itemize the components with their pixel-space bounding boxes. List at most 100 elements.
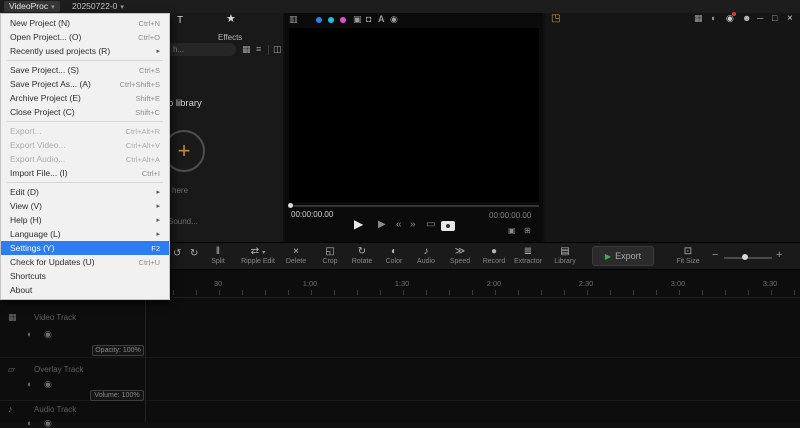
volume-badge[interactable]: Volume: 100% <box>90 390 144 401</box>
submenu-arrow-icon: ▸ <box>156 189 160 196</box>
inspector-panel-icon[interactable]: ◳ <box>551 13 560 24</box>
submenu-arrow-icon: ▸ <box>156 217 160 224</box>
zoom-out-button[interactable]: − <box>712 249 718 261</box>
zoom-slider-handle[interactable] <box>742 254 748 260</box>
menu-item-save-project-as[interactable]: Save Project As... (A) Ctrl+Shift+S <box>1 77 169 91</box>
snapshot-dot <box>446 224 450 228</box>
ruler-ticks <box>150 290 795 295</box>
channel-magenta-dot[interactable] <box>340 17 346 23</box>
user-icon[interactable]: ☻ <box>742 13 751 24</box>
overlay-track-name: Overlay Track <box>34 365 84 374</box>
library-title: o library <box>168 98 202 109</box>
menu-item-shortcut: Shift+E <box>135 93 160 103</box>
seek-handle[interactable] <box>288 203 293 208</box>
menu-item-recently-used[interactable]: Recently used projects (R) ▸ <box>1 44 169 58</box>
menu-item-save-project[interactable]: Save Project... (S) Ctrl+S <box>1 63 169 77</box>
titles-tab-icon[interactable]: T <box>177 15 183 26</box>
menu-item-archive-project[interactable]: Archive Project (E) Shift+E <box>1 91 169 105</box>
menu-item-language[interactable]: Language (L) ▸ <box>1 227 169 241</box>
submenu-arrow-icon: ▸ <box>156 203 160 210</box>
undo-button[interactable]: ↺ <box>173 248 181 259</box>
export-button[interactable]: ▶ Export <box>592 246 654 266</box>
fit-size-icon: ⊡ <box>683 246 693 257</box>
export-play-icon: ▶ <box>604 251 612 261</box>
prev-frame-button[interactable]: « <box>396 219 402 230</box>
menu-item-export[interactable]: Export... Ctrl+Alt+R <box>1 124 169 138</box>
tool-split[interactable]: ‖ Split <box>196 246 240 265</box>
clip-mark-icon[interactable]: ▭ <box>426 219 435 230</box>
play-button[interactable]: ▶ <box>354 217 363 231</box>
grid-view-icon[interactable]: ▦ <box>242 44 251 55</box>
menu-item-label: Save Project... (S) <box>10 65 79 75</box>
library-icon: ▤ <box>560 246 570 257</box>
panel-toggle-icon[interactable]: ◫ <box>273 44 282 55</box>
menu-item-export-audio[interactable]: Export Audio... Ctrl+Alt+A <box>1 152 169 166</box>
play-secondary-icon[interactable]: ▶ <box>378 219 386 230</box>
menu-item-export-video[interactable]: Export Video... Ctrl+Alt+V <box>1 138 169 152</box>
menu-separator <box>7 121 163 122</box>
speaker-icon[interactable]: ◖ <box>26 379 31 389</box>
snapshot-button[interactable] <box>441 221 455 231</box>
overlay-track-icon: ▱ <box>8 364 15 374</box>
zoom-in-button[interactable]: + <box>776 249 782 261</box>
app-menu-button[interactable]: VideoProc ▾ <box>4 1 60 12</box>
maximize-button[interactable]: □ <box>772 13 777 24</box>
ruler-label: 3:30 <box>762 279 778 288</box>
ruler-label: 1:30 <box>394 279 410 288</box>
app-menu-label: VideoProc <box>9 1 49 11</box>
record-sound-link[interactable]: Sound... <box>168 217 198 226</box>
eye-icon[interactable]: ◉ <box>44 418 52 428</box>
menu-item-label: Import File... (I) <box>10 168 68 178</box>
menu-item-shortcuts[interactable]: Shortcuts <box>1 269 169 283</box>
fullscreen-icon[interactable]: ⊞ <box>524 226 531 235</box>
menu-item-label: View (V) <box>10 201 42 211</box>
menu-item-shortcut: Ctrl+Alt+A <box>125 154 160 164</box>
seek-bar[interactable] <box>289 205 539 207</box>
mask-icon[interactable]: ▣ <box>353 14 362 25</box>
letter-a-icon[interactable]: A <box>378 14 385 25</box>
fit-size-label: Fit Size <box>676 258 700 265</box>
camera-icon[interactable]: ▦ <box>694 13 703 24</box>
zoom-slider-track[interactable] <box>724 257 772 259</box>
eye-icon[interactable]: ◉ <box>44 379 52 389</box>
histogram-icon[interactable]: ▥ <box>289 14 298 25</box>
submenu-arrow-icon: ▸ <box>156 231 160 238</box>
tool-extractor[interactable]: ≣ Extractor <box>506 246 550 265</box>
effects-tab-icon[interactable]: ★ <box>226 14 236 25</box>
channel-blue-dot[interactable] <box>316 17 322 23</box>
menu-item-about[interactable]: About <box>1 283 169 297</box>
eye-icon[interactable]: ◉ <box>390 14 398 25</box>
lock-icon[interactable]: ◘ <box>366 14 371 25</box>
menu-item-check-for-updates[interactable]: Check for Updates (U) Ctrl+U <box>1 255 169 269</box>
snapshot-small-icon[interactable]: ▣ <box>508 226 516 235</box>
menu-item-import-file[interactable]: Import File... (I) Ctrl+I <box>1 166 169 180</box>
menu-item-help[interactable]: Help (H) ▸ <box>1 213 169 227</box>
menu-item-close-project[interactable]: Close Project (C) Shift+C <box>1 105 169 119</box>
menu-item-edit[interactable]: Edit (D) ▸ <box>1 185 169 199</box>
drop-hint-text: here <box>172 186 189 195</box>
channel-cyan-dot[interactable] <box>328 17 334 23</box>
menu-item-label: Help (H) <box>10 215 42 225</box>
next-frame-button[interactable]: » <box>410 219 416 230</box>
menu-item-settings[interactable]: Settings (Y) F2 <box>1 241 169 255</box>
opacity-badge[interactable]: Opacity: 100% <box>92 345 144 356</box>
project-name-button[interactable]: 20250722-0 ▾ <box>72 1 124 12</box>
speaker-icon[interactable]: ◖ <box>26 329 31 339</box>
lane-divider <box>0 357 800 358</box>
close-button[interactable]: × <box>787 13 793 24</box>
menu-item-label: Settings (Y) <box>10 243 55 253</box>
ruler-label: 2:30 <box>578 279 594 288</box>
fit-size-button[interactable]: ⊡ Fit Size <box>666 246 710 265</box>
menu-item-new-project[interactable]: New Project (N) Ctrl+N <box>1 16 169 30</box>
speaker-icon[interactable]: ◖ <box>710 13 715 24</box>
menu-item-open-project[interactable]: Open Project... (O) Ctrl+O <box>1 30 169 44</box>
menu-item-view[interactable]: View (V) ▸ <box>1 199 169 213</box>
sort-icon[interactable]: ≡ <box>256 44 261 55</box>
minimize-button[interactable]: ─ <box>757 13 763 24</box>
eye-icon[interactable]: ◉ <box>44 329 52 339</box>
library-button[interactable]: ▤ Library <box>545 246 585 265</box>
video-viewport[interactable] <box>289 28 539 202</box>
submenu-arrow-icon: ▸ <box>156 48 160 55</box>
speaker-icon[interactable]: ◖ <box>26 418 31 428</box>
effects-tab-label[interactable]: Effects <box>218 33 242 42</box>
